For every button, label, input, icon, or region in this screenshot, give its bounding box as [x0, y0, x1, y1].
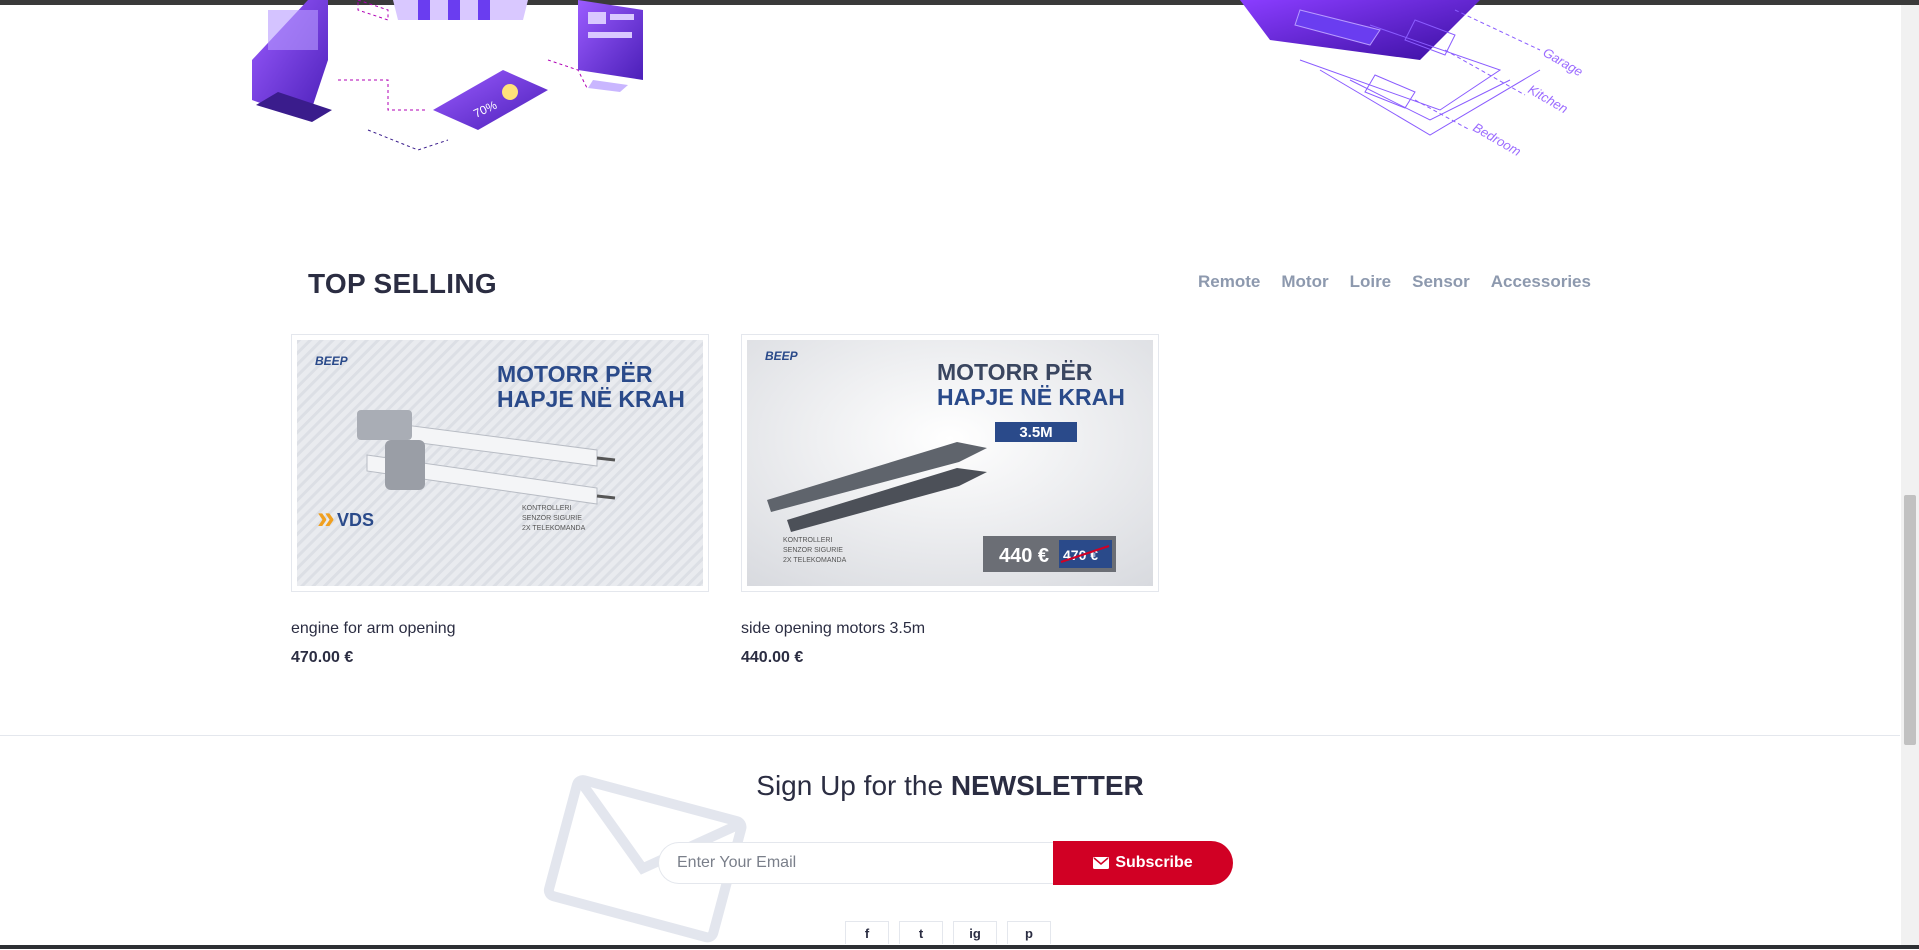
pinterest-icon[interactable]: p [1007, 921, 1051, 944]
product-name[interactable]: engine for arm opening [291, 620, 709, 638]
section-title: TOP SELLING [308, 268, 497, 299]
svg-text:2X TELEKOMANDA: 2X TELEKOMANDA [522, 525, 586, 532]
subscribe-button-label: Subscribe [1115, 854, 1193, 871]
brand-logo-text: BEEP [315, 354, 349, 368]
room-label-kitchen: Kitchen [1526, 82, 1571, 117]
svg-text:2X TELEKOMANDA: 2X TELEKOMANDA [783, 557, 847, 564]
scrollbar-thumb[interactable] [1904, 495, 1916, 745]
tab-remote[interactable]: Remote [1198, 272, 1260, 292]
smart-home-illustration-left: 70% [252, 0, 643, 151]
tab-motor[interactable]: Motor [1281, 272, 1328, 292]
room-label-garage: Garage [1541, 45, 1586, 80]
product-name[interactable]: side opening motors 3.5m [741, 620, 1159, 638]
facebook-icon[interactable]: f [845, 921, 889, 944]
image-headline-2: HAPJE NË KRAH [497, 386, 685, 412]
page-scrollbar[interactable] [1901, 5, 1919, 945]
svg-text:KONTROLLERI: KONTROLLERI [783, 537, 832, 544]
product-price: 470.00 € [291, 649, 354, 666]
category-tabs: Remote Motor Loire Sensor Accessories [1198, 272, 1591, 292]
smart-home-illustration-right: Garage Kitchen Bedroom [1240, 0, 1586, 159]
product-image-frame[interactable]: BEEP MOTORR PËR HAPJE NË KRAH 3.5M KONTR… [741, 334, 1159, 592]
email-input[interactable] [658, 842, 1053, 884]
product-image: BEEP MOTORR PËR HAPJE NË KRAH 3.5M KONTR… [747, 340, 1153, 586]
section-divider [0, 735, 1900, 736]
product-image-frame[interactable]: BEEP MOTORR PËR HAPJE NË KRAH » VDS KONT… [291, 334, 709, 592]
svg-text:»: » [317, 499, 335, 535]
newsletter-title-prefix: Sign Up for the [756, 770, 944, 801]
browser-bottom-bar [0, 945, 1919, 949]
newsletter-title-strong: NEWSLETTER [950, 770, 1144, 801]
tab-loire[interactable]: Loire [1350, 272, 1392, 292]
subscribe-button[interactable]: Subscribe [1053, 841, 1233, 885]
vds-logo-text: VDS [337, 510, 374, 530]
envelope-icon [1093, 857, 1110, 869]
svg-text:SENZOR SIGURIE: SENZOR SIGURIE [783, 547, 843, 554]
newsletter-title: Sign Up for the NEWSLETTER [0, 770, 1900, 802]
svg-text:KONTROLLERI: KONTROLLERI [522, 505, 571, 512]
social-links: f t ig p [845, 921, 1051, 944]
tab-sensor[interactable]: Sensor [1412, 272, 1470, 292]
svg-text:SENZOR SIGURIE: SENZOR SIGURIE [522, 515, 582, 522]
product-price: 440.00 € [741, 649, 804, 666]
tab-accessories[interactable]: Accessories [1491, 272, 1591, 292]
twitter-icon[interactable]: t [899, 921, 943, 944]
image-headline-2: HAPJE NË KRAH [937, 384, 1125, 410]
product-image: BEEP MOTORR PËR HAPJE NË KRAH » VDS KONT… [297, 340, 703, 586]
product-card[interactable]: BEEP MOTORR PËR HAPJE NË KRAH » VDS KONT… [291, 334, 709, 667]
brand-logo-text: BEEP [765, 349, 799, 363]
newsletter-form: Subscribe [658, 841, 1233, 885]
instagram-icon[interactable]: ig [953, 921, 997, 944]
image-size-badge: 3.5M [1019, 424, 1052, 441]
image-headline-1: MOTORR PËR [497, 361, 653, 387]
room-label-bedroom: Bedroom [1471, 120, 1524, 159]
image-headline-1: MOTORR PËR [937, 359, 1093, 385]
image-new-price: 440 € [999, 545, 1049, 567]
product-card[interactable]: BEEP MOTORR PËR HAPJE NË KRAH 3.5M KONTR… [741, 334, 1159, 667]
